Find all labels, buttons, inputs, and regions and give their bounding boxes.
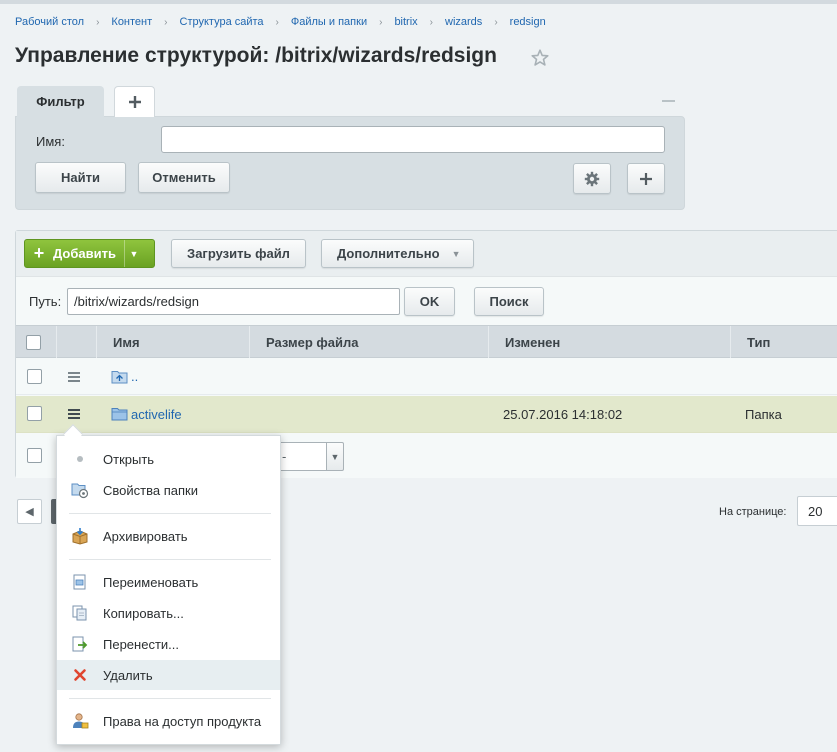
archive-icon: [57, 521, 103, 551]
menu-item-label: Переименовать: [103, 574, 199, 590]
folder-properties-icon: [57, 475, 103, 505]
table-row[interactable]: ..: [16, 358, 837, 395]
context-menu: Открыть Свойства папки Архивировать Пере…: [56, 435, 281, 745]
add-filter-tab-button[interactable]: [114, 86, 155, 117]
more-button-label: Дополнительно: [337, 246, 440, 261]
column-header-modified[interactable]: Изменен: [488, 326, 730, 358]
copy-icon: [57, 598, 103, 628]
row-menu-icon[interactable]: [68, 409, 80, 419]
menu-item-label: Перенести...: [103, 636, 179, 652]
breadcrumb-separator-icon: ›: [379, 16, 383, 28]
breadcrumb-desktop[interactable]: Рабочий стол: [15, 16, 84, 28]
parent-folder-link[interactable]: ..: [131, 369, 138, 384]
delete-icon: [57, 660, 103, 690]
breadcrumb-redsign[interactable]: redsign: [510, 16, 546, 28]
breadcrumb: Рабочий стол › Контент › Структура сайта…: [15, 15, 546, 29]
menu-item-label: Архивировать: [103, 528, 188, 544]
breadcrumb-bitrix[interactable]: bitrix: [394, 16, 417, 28]
breadcrumb-files-folders[interactable]: Файлы и папки: [291, 16, 367, 28]
actions-column-header: [56, 326, 96, 358]
add-button[interactable]: + Добавить ▼: [24, 239, 155, 268]
chevron-down-icon[interactable]: ▼: [326, 442, 344, 471]
search-button[interactable]: Поиск: [474, 287, 544, 316]
pager-previous-button[interactable]: ◀: [17, 499, 42, 524]
collapse-filter-icon[interactable]: [662, 100, 675, 102]
chevron-down-icon[interactable]: ▼: [125, 249, 143, 259]
plus-icon: [128, 96, 141, 108]
breadcrumb-separator-icon: ›: [494, 16, 498, 28]
menu-item-rename[interactable]: Переименовать: [57, 567, 280, 597]
star-icon[interactable]: [530, 48, 550, 68]
column-header-size[interactable]: Размер файла: [249, 326, 488, 358]
ok-button[interactable]: OK: [404, 287, 455, 316]
menu-item-label: Свойства папки: [103, 482, 198, 498]
add-button-label: Добавить: [53, 246, 116, 261]
select-all-checkbox[interactable]: [26, 334, 41, 350]
tab-filter[interactable]: Фильтр: [17, 86, 104, 117]
path-input[interactable]: /bitrix/wizards/redsign: [67, 288, 400, 315]
upload-file-button[interactable]: Загрузить файл: [171, 239, 306, 268]
menu-item-copy[interactable]: Копировать...: [57, 598, 280, 628]
menu-item-label: Открыть: [103, 451, 155, 467]
rename-icon: [57, 567, 103, 597]
menu-item-open[interactable]: Открыть: [57, 444, 280, 474]
row-checkbox[interactable]: [27, 369, 42, 384]
breadcrumb-site-structure[interactable]: Структура сайта: [180, 16, 264, 28]
column-header-name[interactable]: Имя: [96, 326, 249, 358]
parent-folder-icon: [111, 371, 128, 384]
row-checkbox[interactable]: [27, 406, 42, 421]
type-cell: Папка: [745, 407, 782, 422]
breadcrumb-separator-icon: ›: [275, 16, 279, 28]
row-menu-icon[interactable]: [68, 372, 80, 382]
name-label: Имя:: [36, 134, 65, 149]
menu-separator: [69, 698, 271, 699]
add-filter-field-button[interactable]: [627, 163, 665, 194]
menu-separator: [69, 513, 271, 514]
table-row[interactable]: activelife 25.07.2016 14:18:02 Папка: [16, 396, 837, 433]
access-rights-icon: [57, 706, 103, 736]
grid-header: Имя Размер файла Изменен Тип: [16, 325, 837, 358]
plus-icon: +: [33, 243, 45, 263]
per-page-label: На странице:: [719, 506, 787, 518]
breadcrumb-separator-icon: ›: [96, 16, 100, 28]
menu-item-label: Копировать...: [103, 605, 184, 621]
more-button[interactable]: Дополнительно ▼: [321, 239, 474, 268]
page-title: Управление структурой: /bitrix/wizards/r…: [15, 44, 497, 67]
plus-icon: [640, 172, 652, 185]
group-action-select[interactable]: -: [279, 442, 327, 471]
move-icon: [57, 629, 103, 659]
select-all-footer-checkbox[interactable]: [27, 448, 42, 463]
menu-item-archive[interactable]: Архивировать: [57, 521, 280, 551]
gear-icon: [584, 171, 600, 186]
chevron-left-icon: ◀: [25, 506, 34, 518]
menu-item-access-rights[interactable]: Права на доступ продукта: [57, 706, 280, 736]
menu-item-delete[interactable]: Удалить: [57, 660, 280, 690]
breadcrumb-content[interactable]: Контент: [111, 16, 152, 28]
modified-cell: 25.07.2016 14:18:02: [503, 407, 623, 422]
dot-icon: [57, 444, 103, 474]
column-header-type[interactable]: Тип: [730, 326, 837, 358]
select-all-cell: [16, 326, 56, 358]
cancel-button[interactable]: Отменить: [138, 162, 230, 193]
menu-separator: [69, 559, 271, 560]
find-button[interactable]: Найти: [35, 162, 126, 193]
breadcrumb-separator-icon: ›: [164, 16, 168, 28]
name-filter-input[interactable]: [161, 126, 665, 153]
breadcrumb-wizards[interactable]: wizards: [445, 16, 482, 28]
menu-item-label: Удалить: [103, 667, 153, 683]
filter-settings-button[interactable]: [573, 163, 611, 194]
per-page-select[interactable]: 20: [797, 496, 837, 526]
breadcrumb-separator-icon: ›: [429, 16, 434, 28]
folder-icon: [111, 408, 128, 421]
path-label: Путь:: [29, 294, 62, 309]
menu-item-folder-properties[interactable]: Свойства папки: [57, 475, 280, 505]
folder-link[interactable]: activelife: [131, 407, 182, 422]
top-border: [0, 0, 837, 4]
menu-item-move[interactable]: Перенести...: [57, 629, 280, 659]
menu-item-label: Права на доступ продукта: [103, 713, 262, 729]
chevron-down-icon: ▼: [451, 248, 461, 259]
